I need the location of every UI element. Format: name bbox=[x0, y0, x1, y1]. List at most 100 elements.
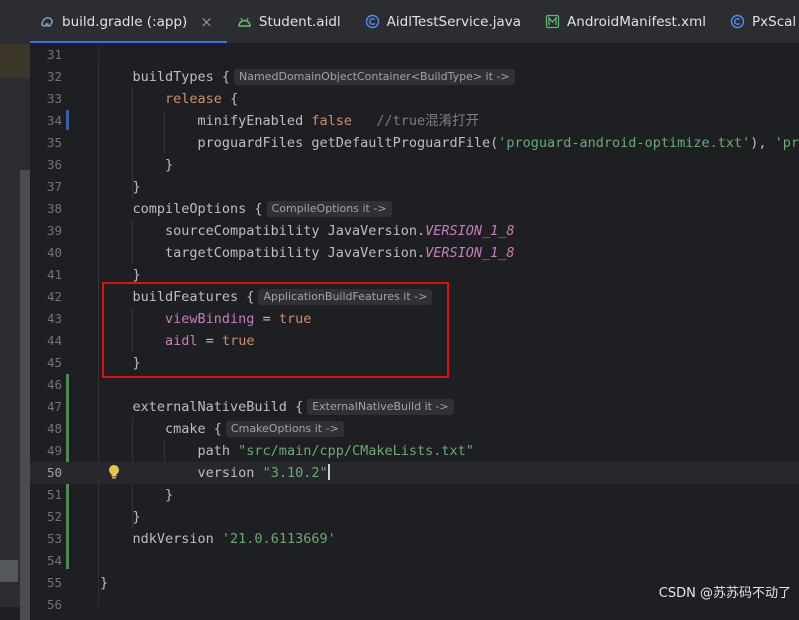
tab-label: PxScal bbox=[752, 13, 797, 30]
code-line[interactable]: 35 proguardFiles getDefaultProguardFile(… bbox=[30, 132, 799, 154]
line-number[interactable]: 37 bbox=[30, 176, 62, 198]
code-line[interactable]: 52 } bbox=[30, 506, 799, 528]
line-number[interactable]: 56 bbox=[30, 594, 62, 616]
code-text: externalNativeBuild {ExternalNativeBuild… bbox=[100, 396, 454, 418]
code-token: false bbox=[311, 113, 352, 129]
code-line[interactable]: 53 ndkVersion '21.0.6113669' bbox=[30, 528, 799, 550]
line-number[interactable]: 38 bbox=[30, 198, 62, 220]
close-icon[interactable]: × bbox=[200, 13, 213, 31]
code-token: version bbox=[100, 465, 263, 481]
line-number[interactable]: 34 bbox=[30, 110, 62, 132]
code-token: targetCompatibility JavaVersion. bbox=[100, 245, 426, 261]
inlay-hint[interactable]: CompileOptions it -> bbox=[266, 201, 392, 217]
line-number[interactable]: 52 bbox=[30, 506, 62, 528]
code-line[interactable]: 32 buildTypes {NamedDomainObjectContaine… bbox=[30, 66, 799, 88]
line-number[interactable]: 54 bbox=[30, 550, 62, 572]
code-token: } bbox=[100, 509, 141, 525]
line-number[interactable]: 32 bbox=[30, 66, 62, 88]
lightbulb-icon[interactable] bbox=[108, 464, 120, 480]
code-line[interactable]: 51 } bbox=[30, 484, 799, 506]
code-token: minifyEnabled bbox=[100, 113, 312, 129]
line-number[interactable]: 53 bbox=[30, 528, 62, 550]
watermark: CSDN @苏苏码不动了 bbox=[658, 586, 791, 601]
code-editor[interactable]: 31 32 buildTypes {NamedDomainObjectContai… bbox=[30, 44, 799, 612]
code-line[interactable]: 48 cmake {CmakeOptions it -> bbox=[30, 418, 799, 440]
code-line[interactable]: 38 compileOptions {CompileOptions it -> bbox=[30, 198, 799, 220]
code-text: minifyEnabled false //true混淆打开 bbox=[100, 110, 480, 132]
code-token: release bbox=[165, 91, 222, 107]
tab-label: AndroidManifest.xml bbox=[567, 13, 707, 30]
code-token: sourceCompatibility JavaVersion. bbox=[100, 223, 426, 239]
code-line[interactable]: 37 } bbox=[30, 176, 799, 198]
code-line[interactable]: 40 targetCompatibility JavaVersion.VERSI… bbox=[30, 242, 799, 264]
line-number[interactable]: 31 bbox=[30, 44, 62, 66]
code-text: targetCompatibility JavaVersion.VERSION_… bbox=[100, 242, 515, 264]
code-token: compileOptions { bbox=[100, 201, 263, 217]
code-token: } bbox=[100, 267, 141, 283]
code-token: } bbox=[100, 179, 141, 195]
tab-3[interactable]: AndroidManifest.xml bbox=[535, 0, 720, 43]
line-number[interactable]: 44 bbox=[30, 330, 62, 352]
inlay-hint[interactable]: NamedDomainObjectContainer<BuildType> it… bbox=[234, 69, 515, 85]
tab-0[interactable]: build.gradle (:app) × bbox=[30, 0, 227, 43]
code-line[interactable]: 31 bbox=[30, 44, 799, 66]
code-line[interactable]: 54 bbox=[30, 550, 799, 572]
code-token: "src/main/cpp/CMakeLists.txt" bbox=[238, 443, 474, 459]
manifest-icon bbox=[545, 14, 560, 29]
code-token: { bbox=[221, 91, 239, 107]
code-text: release { bbox=[100, 88, 238, 110]
line-number[interactable]: 47 bbox=[30, 396, 62, 418]
code-line[interactable]: 49 path "src/main/cpp/CMakeLists.txt" bbox=[30, 440, 799, 462]
code-token: } bbox=[100, 487, 174, 503]
inlay-hint[interactable]: ExternalNativeBuild it -> bbox=[307, 399, 454, 415]
text-caret bbox=[327, 464, 330, 480]
code-text: } bbox=[100, 572, 108, 594]
line-number[interactable]: 55 bbox=[30, 572, 62, 594]
code-text: cmake {CmakeOptions it -> bbox=[100, 418, 344, 440]
code-token: 'prog bbox=[774, 135, 799, 151]
line-number[interactable]: 39 bbox=[30, 220, 62, 242]
line-number[interactable]: 49 bbox=[30, 440, 62, 462]
code-line[interactable]: 47 externalNativeBuild {ExternalNativeBu… bbox=[30, 396, 799, 418]
code-token: VERSION_1_8 bbox=[425, 245, 515, 261]
code-token: } bbox=[100, 575, 109, 591]
line-number[interactable]: 41 bbox=[30, 264, 62, 286]
line-number[interactable]: 35 bbox=[30, 132, 62, 154]
line-number[interactable]: 43 bbox=[30, 308, 62, 330]
line-number[interactable]: 42 bbox=[30, 286, 62, 308]
line-number[interactable]: 46 bbox=[30, 374, 62, 396]
code-text: ndkVersion '21.0.6113669' bbox=[100, 528, 336, 550]
code-token: '21.0.6113669' bbox=[221, 531, 336, 547]
line-number[interactable]: 33 bbox=[30, 88, 62, 110]
class-icon bbox=[730, 14, 745, 29]
code-token: proguardFiles getDefaultProguardFile( bbox=[100, 135, 499, 151]
line-number[interactable]: 51 bbox=[30, 484, 62, 506]
panel-selection bbox=[0, 560, 18, 582]
line-number[interactable]: 45 bbox=[30, 352, 62, 374]
tab-label: AidlTestService.java bbox=[386, 13, 522, 30]
editor-tab-bar: build.gradle (:app) × Student.aidl AidlTest… bbox=[30, 0, 799, 44]
code-line[interactable]: 33 release { bbox=[30, 88, 799, 110]
code-text: compileOptions {CompileOptions it -> bbox=[100, 198, 392, 220]
panel-highlight bbox=[0, 44, 30, 78]
code-line[interactable]: 50 version "3.10.2" bbox=[30, 462, 799, 484]
line-number[interactable]: 36 bbox=[30, 154, 62, 176]
code-line[interactable]: 39 sourceCompatibility JavaVersion.VERSI… bbox=[30, 220, 799, 242]
code-text: } bbox=[100, 484, 173, 506]
highlight-annotation-box bbox=[102, 282, 449, 378]
code-text: buildTypes {NamedDomainObjectContainer<B… bbox=[100, 66, 515, 88]
tab-1[interactable]: Student.aidl bbox=[227, 0, 355, 43]
inlay-hint[interactable]: CmakeOptions it -> bbox=[225, 421, 344, 437]
code-text: version "3.10.2" bbox=[100, 462, 330, 484]
panel-scrollbar[interactable] bbox=[20, 170, 30, 620]
code-token: buildTypes { bbox=[100, 69, 231, 85]
tab-2[interactable]: AidlTestService.java bbox=[355, 0, 535, 43]
line-number[interactable]: 40 bbox=[30, 242, 62, 264]
code-line[interactable]: 36 } bbox=[30, 154, 799, 176]
line-number[interactable]: 48 bbox=[30, 418, 62, 440]
code-text: } bbox=[100, 176, 141, 198]
line-number[interactable]: 50 bbox=[30, 462, 62, 484]
code-line[interactable]: 34 minifyEnabled false //true混淆打开 bbox=[30, 110, 799, 132]
tab-4[interactable]: PxScal bbox=[720, 0, 799, 43]
tab-label: Student.aidl bbox=[258, 13, 341, 30]
